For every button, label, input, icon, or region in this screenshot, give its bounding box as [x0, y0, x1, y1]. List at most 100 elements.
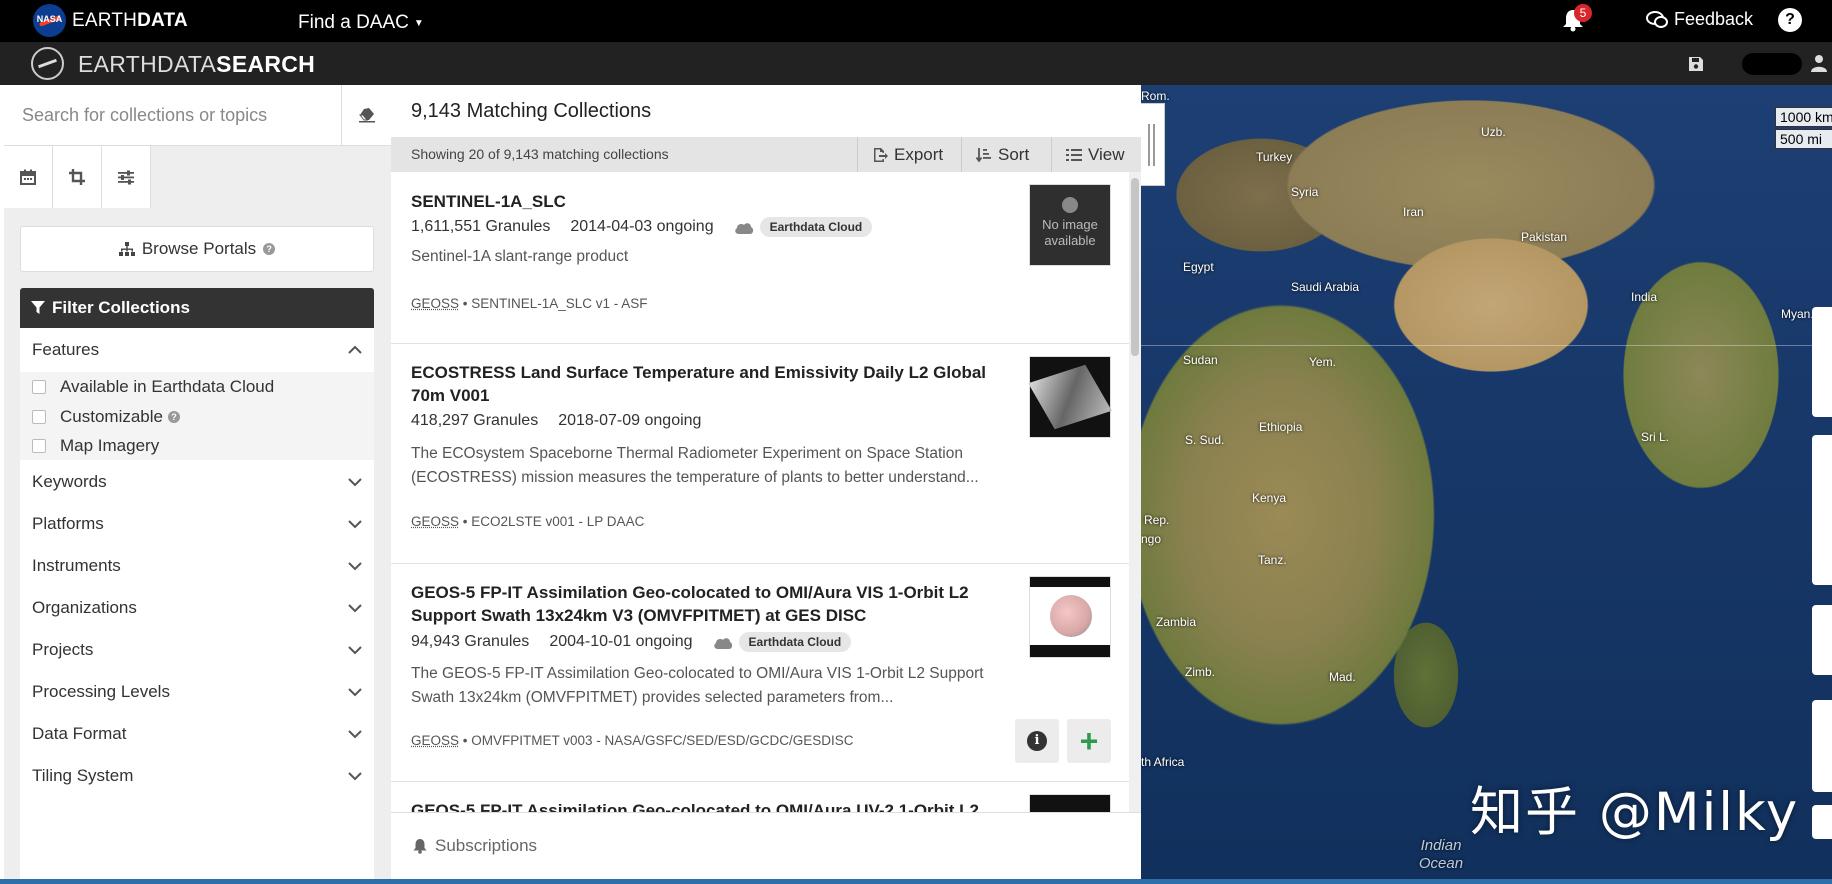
facet-platforms[interactable]: Platforms [20, 502, 374, 546]
view-button[interactable]: View [1051, 137, 1139, 172]
collection-info-button[interactable]: i [1015, 719, 1059, 763]
subscriptions-button[interactable]: Subscriptions [391, 812, 1141, 879]
feature-option-map-imagery[interactable]: Map Imagery [32, 431, 159, 461]
bell-icon [413, 839, 427, 854]
facet-processing-levels[interactable]: Processing Levels [20, 670, 374, 714]
collection-title[interactable]: SENTINEL-1A_SLC [411, 190, 1001, 213]
facet-features[interactable]: Features [20, 328, 374, 372]
collection-item[interactable]: SENTINEL-1A_SLC 1,611,551 Granules 2014-… [391, 172, 1129, 344]
collection-title[interactable]: GEOS-5 FP-IT Assimilation Geo-colocated … [411, 799, 1001, 812]
collection-item[interactable]: ECOSTRESS Land Surface Temperature and E… [391, 344, 1129, 564]
export-button[interactable]: Export [857, 137, 957, 172]
notification-badge: 5 [1574, 4, 1592, 22]
user-icon[interactable] [1810, 54, 1828, 72]
facet-features-label: Features [32, 340, 100, 359]
map-layers-control[interactable] [1812, 805, 1832, 839]
facet-instruments[interactable]: Instruments [20, 544, 374, 588]
facet-organizations[interactable]: Organizations [20, 586, 374, 630]
advanced-search-button[interactable] [102, 146, 151, 208]
filter-collections-title: Filter Collections [52, 298, 190, 317]
feedback-link[interactable]: Feedback [1646, 9, 1753, 30]
collection-search-input[interactable] [4, 85, 342, 145]
map-draw-controls[interactable] [1812, 435, 1832, 585]
feature-option-customizable[interactable]: Customizable ? [32, 402, 180, 432]
collection-item[interactable]: GEOS-5 FP-IT Assimilation Geo-colocated … [391, 782, 1129, 812]
collection-meta: 1,611,551 Granules 2014-04-03 ongoing Ea… [411, 217, 873, 237]
temporal-range: 2018-07-09 ongoing [558, 412, 702, 429]
map-scale-km: 1000 km [1775, 107, 1832, 127]
temporal-range: 2014-04-03 ongoing [570, 218, 714, 235]
map-label: Myan. [1781, 307, 1814, 321]
filter-collections-header: Filter Collections [20, 288, 374, 328]
collection-meta: 418,297 Granules 2018-07-09 ongoing [411, 412, 701, 430]
collection-description: Sentinel-1A slant-range product [411, 248, 629, 265]
nasa-logo[interactable]: NASA [33, 4, 66, 37]
add-to-project-button[interactable]: + [1067, 719, 1111, 763]
feature-option-label: Customizable [60, 407, 163, 426]
scrollbar-thumb[interactable] [1131, 178, 1139, 356]
save-icon[interactable] [1688, 56, 1704, 72]
collection-search-row [4, 85, 391, 146]
checkbox[interactable] [32, 439, 46, 453]
facet-keywords[interactable]: Keywords [20, 460, 374, 504]
granule-count: 418,297 Granules [411, 412, 539, 429]
brand-bold: DATA [137, 10, 188, 31]
sitemap-icon [118, 241, 135, 256]
checkbox[interactable] [32, 410, 46, 424]
chevron-down-icon [348, 562, 362, 571]
feature-option-label: Map Imagery [60, 436, 160, 455]
chevron-down-icon [348, 730, 362, 739]
map-zoom-controls[interactable] [1812, 700, 1832, 792]
clear-filters-button[interactable] [342, 85, 391, 145]
source-text: • ECO2LSTE v001 - LP DAAC [459, 514, 645, 529]
earthdata-search-brand[interactable]: EARTHDATASEARCH [78, 51, 315, 78]
collection-title[interactable]: GEOS-5 FP-IT Assimilation Geo-colocated … [411, 581, 1001, 627]
facet-tiling-system[interactable]: Tiling System [20, 754, 374, 798]
feature-option-earthdata-cloud[interactable]: Available in Earthdata Cloud [32, 372, 274, 402]
spatial-filter-button[interactable] [53, 146, 102, 208]
collection-item[interactable]: GEOS-5 FP-IT Assimilation Geo-colocated … [391, 564, 1129, 782]
map-edit-controls[interactable] [1812, 605, 1832, 675]
collection-title[interactable]: ECOSTRESS Land Surface Temperature and E… [411, 361, 1001, 407]
browse-portals-label: Browse Portals [141, 239, 257, 258]
panel-resize-handle[interactable] [1141, 103, 1165, 186]
earthdata-brand[interactable]: EARTHDATA [72, 10, 188, 32]
map-view[interactable]: 1000 km 500 mi Rom. Uzb. Turkey Syria Ir… [1141, 85, 1832, 879]
facet-label: Tiling System [32, 766, 134, 785]
nasa-logo-text: NASA [36, 14, 63, 24]
collection-results-panel: 9,143 Matching Collections Showing 20 of… [391, 85, 1141, 879]
map-label: Rom. [1141, 89, 1170, 103]
badge-label: Earthdata Cloud [759, 217, 873, 237]
checkbox[interactable] [32, 380, 46, 394]
granule-count: 94,943 Granules [411, 633, 530, 650]
sort-button[interactable]: Sort [961, 137, 1043, 172]
results-scrollbar[interactable] [1129, 172, 1141, 812]
sort-label: Sort [998, 144, 1030, 164]
question-circle-icon[interactable]: ? [263, 243, 276, 255]
cloud-icon [734, 222, 753, 234]
map-graticule [1141, 345, 1832, 346]
facet-projects[interactable]: Projects [20, 628, 374, 672]
question-circle-icon[interactable]: ? [168, 411, 180, 423]
brand-light: EARTH [72, 10, 138, 31]
help-icon[interactable]: ? [1778, 8, 1802, 32]
chat-icon [1646, 10, 1668, 28]
collection-thumbnail [1028, 356, 1112, 438]
collection-source: GEOSS • SENTINEL-1A_SLC v1 - ASF [411, 296, 648, 311]
map-label: Syria [1291, 185, 1319, 199]
subscriptions-label: Subscriptions [435, 836, 538, 855]
geoss-tag: GEOSS [411, 514, 460, 529]
map-label: Rep. [1144, 513, 1170, 527]
facet-data-format[interactable]: Data Format [20, 712, 374, 756]
collection-meta: 94,943 Granules 2004-10-01 ongoing Earth… [411, 632, 852, 652]
find-daac-dropdown[interactable]: Find a DAAC ▼ [298, 12, 424, 34]
temporal-filter-button[interactable] [4, 146, 53, 208]
facet-label: Organizations [32, 598, 137, 617]
browse-portals-button[interactable]: Browse Portals ? [20, 226, 374, 272]
map-label: Egypt [1183, 260, 1214, 274]
nasa-meatball-icon[interactable] [31, 47, 64, 80]
chevron-down-icon [348, 772, 362, 781]
facet-label: Projects [32, 640, 94, 659]
results-title: 9,143 Matching Collections [391, 85, 1141, 137]
map-projection-controls[interactable] [1812, 307, 1832, 417]
